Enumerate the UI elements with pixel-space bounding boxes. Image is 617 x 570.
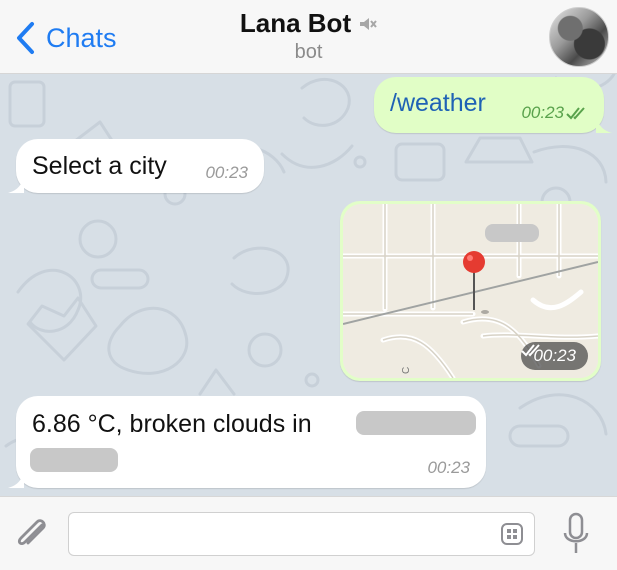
message-input-field[interactable] [68, 512, 535, 556]
redacted-city-name [356, 411, 476, 435]
paperclip-icon[interactable] [12, 513, 50, 555]
speaker-muted-icon [360, 17, 377, 30]
message-time: 00:23 [205, 163, 248, 182]
message-list[interactable]: /weather 00:23 Select a city 00:23 C 00:… [0, 74, 617, 496]
message-time: 00:23 [427, 458, 470, 477]
bot-keyboard-icon[interactable] [500, 522, 524, 546]
profile-avatar[interactable] [549, 7, 609, 67]
svg-text:C: C [401, 367, 412, 374]
microphone-icon[interactable] [561, 511, 591, 557]
redacted-city-name [30, 448, 118, 472]
message-input-bar [0, 496, 617, 570]
location-message[interactable]: C 00:23 [340, 201, 601, 381]
bubble-tail [596, 115, 612, 133]
message-text: 6.86 °C, broken clouds in [32, 410, 312, 438]
chat-header: Chats Lana Bot bot [0, 0, 617, 74]
message-text: Select a city [32, 152, 167, 180]
message-text: /weather [390, 89, 486, 117]
message-meta: 00:23 [521, 103, 590, 123]
message-bubble-incoming[interactable]: Select a city 00:23 [8, 139, 264, 193]
message-input[interactable] [81, 521, 481, 547]
chat-subtitle: bot [294, 41, 323, 63]
message-time: 00:23 [521, 103, 564, 122]
map-preview[interactable]: C 00:23 [343, 204, 598, 378]
message-bubble-outgoing[interactable]: /weather 00:23 [374, 77, 612, 133]
chat-title: Lana Bot [239, 8, 352, 38]
bubble-tail [8, 175, 24, 193]
map-time-badge: 00:23 [521, 342, 588, 370]
bubble-tail [8, 470, 24, 488]
chat-title-block[interactable]: Lana Bot bot [0, 8, 617, 64]
double-check-icon [566, 107, 585, 120]
redacted-map-label [485, 224, 539, 242]
message-bubble-incoming[interactable]: 6.86 °C, broken clouds in 00:23 [8, 396, 486, 488]
double-check-icon [521, 344, 541, 357]
